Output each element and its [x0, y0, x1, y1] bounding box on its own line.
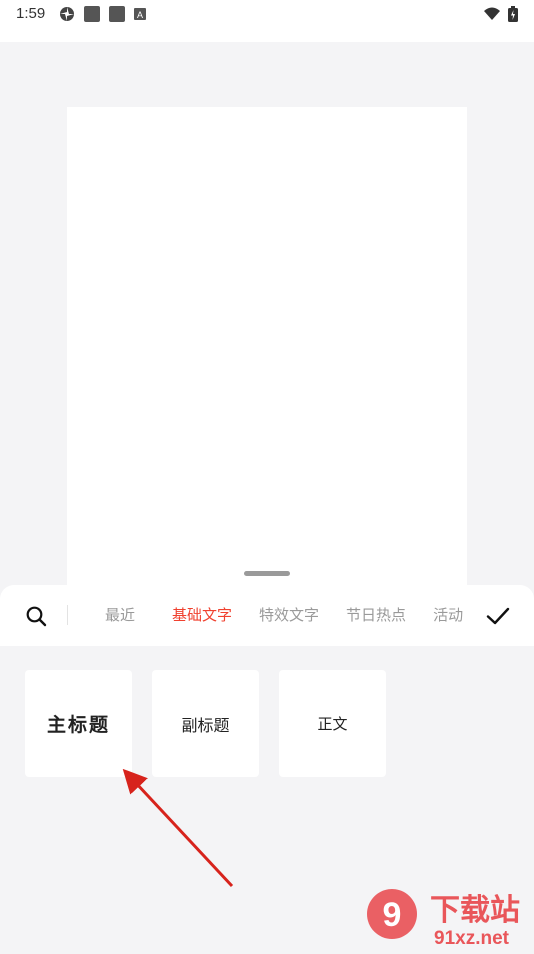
card-body-text[interactable]: 正文	[279, 670, 386, 777]
tab-divider	[67, 605, 68, 625]
status-time: 1:59	[16, 5, 46, 22]
tab-activity[interactable]: 活动	[433, 585, 463, 646]
watermark-brand: 下载站	[430, 893, 520, 928]
watermark-logo-icon: 9 下载站 91xz.net	[367, 889, 520, 949]
square-icon	[109, 6, 125, 22]
text-tab-bar: 最近 基础文字 特效文字 节日热点 活动	[0, 585, 534, 646]
square-icon	[84, 6, 100, 22]
a-icon-letter: A	[137, 10, 143, 20]
search-icon[interactable]	[24, 604, 48, 628]
watermark-logo-text: 9	[383, 896, 402, 934]
battery-icon	[508, 6, 518, 22]
card-main-title[interactable]: 主标题	[25, 670, 132, 777]
canvas-page[interactable]	[67, 107, 467, 585]
tab-basic-text[interactable]: 基础文字	[172, 585, 232, 646]
wifi-icon	[484, 7, 500, 20]
site-watermark: 9 下载站 91xz.net	[362, 880, 534, 950]
tab-effect-text[interactable]: 特效文字	[259, 585, 319, 646]
watermark-domain: 91xz.net	[434, 928, 510, 949]
card-main-title-label: 主标题	[46, 714, 110, 736]
status-bar: 1:59 A	[0, 0, 534, 42]
tab-recent[interactable]: 最近	[105, 585, 135, 646]
sheet-drag-handle[interactable]	[244, 571, 290, 576]
a-icon: A	[134, 8, 146, 20]
card-subtitle-label: 副标题	[181, 715, 230, 735]
checkmark-icon[interactable]	[484, 602, 512, 630]
category-tabs: 最近 基础文字 特效文字 节日热点 活动	[90, 585, 473, 646]
card-subtitle[interactable]: 副标题	[152, 670, 259, 777]
pinwheel-icon	[60, 7, 74, 21]
tab-holiday-hotspot[interactable]: 节日热点	[346, 585, 406, 646]
card-body-text-label: 正文	[317, 715, 348, 733]
